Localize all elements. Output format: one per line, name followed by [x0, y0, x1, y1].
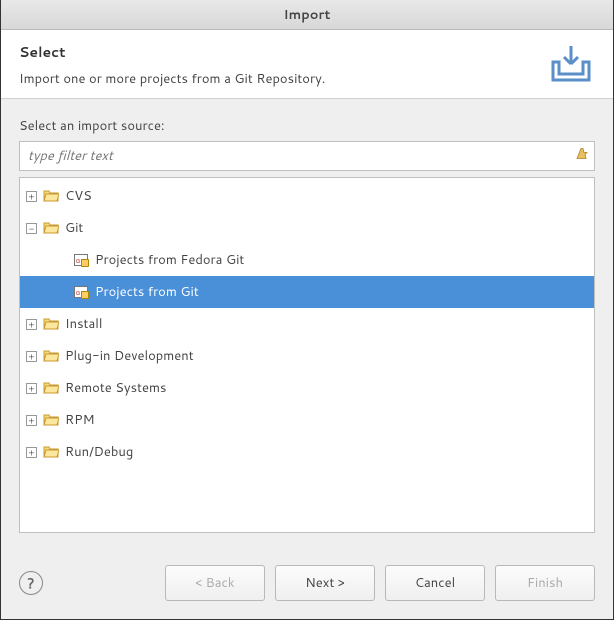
import-icon — [547, 42, 595, 86]
source-label: Select an import source: — [19, 117, 595, 135]
expand-icon[interactable]: + — [26, 415, 37, 426]
collapse-icon[interactable]: − — [26, 223, 37, 234]
tree-item-label: Run/Debug — [65, 443, 133, 461]
expand-icon[interactable]: + — [26, 351, 37, 362]
tree-item[interactable]: + Remote Systems — [20, 372, 594, 404]
expand-icon[interactable]: + — [26, 383, 37, 394]
titlebar: Import — [1, 0, 613, 30]
folder-icon — [43, 444, 59, 460]
dialog-footer: ? < Back Next > Cancel Finish — [1, 551, 613, 619]
folder-icon — [43, 188, 59, 204]
import-dialog: Import Select Import one or more project… — [0, 0, 614, 620]
expand-icon[interactable]: + — [26, 447, 37, 458]
tree-item[interactable]: + Run/Debug — [20, 436, 594, 468]
tree-item-label: Remote Systems — [65, 379, 166, 397]
tree-container: + CVS − Git GIT Projects from Fedora Git GIT Pr… — [19, 177, 595, 533]
wizard-header: Select Import one or more projects from … — [1, 30, 613, 99]
filter-input[interactable] — [19, 141, 595, 171]
folder-icon — [43, 316, 59, 332]
folder-icon — [43, 412, 59, 428]
folder-icon — [43, 348, 59, 364]
tree-item[interactable]: + Plug-in Development — [20, 340, 594, 372]
tree-item-label: Git — [65, 219, 83, 237]
help-button[interactable]: ? — [19, 571, 43, 595]
back-button[interactable]: < Back — [165, 565, 265, 601]
git-icon: GIT — [73, 252, 89, 268]
titlebar-text: Import — [284, 6, 331, 24]
cancel-button[interactable]: Cancel — [385, 565, 485, 601]
clear-filter-icon[interactable] — [575, 147, 589, 166]
page-subtitle: Import one or more projects from a Git R… — [19, 70, 325, 88]
page-title: Select — [19, 42, 325, 62]
folder-icon — [43, 380, 59, 396]
finish-button[interactable]: Finish — [495, 565, 595, 601]
tree-item-label: RPM — [65, 411, 95, 429]
tree-item-label: CVS — [65, 187, 92, 205]
tree-item-label: Projects from Git — [95, 283, 199, 301]
tree-item-label: Projects from Fedora Git — [95, 251, 244, 269]
next-button[interactable]: Next > — [275, 565, 375, 601]
filter-wrap — [19, 141, 595, 171]
tree-item[interactable]: + Install — [20, 308, 594, 340]
git-icon: GIT — [73, 284, 89, 300]
expand-icon[interactable]: + — [26, 191, 37, 202]
import-source-tree[interactable]: + CVS − Git GIT Projects from Fedora Git GIT Pr… — [20, 178, 594, 532]
tree-item-label: Install — [65, 315, 102, 333]
dialog-body: Select an import source: + CVS − Git GIT Proj… — [1, 99, 613, 551]
tree-item[interactable]: + CVS — [20, 180, 594, 212]
tree-item[interactable]: − Git — [20, 212, 594, 244]
tree-item[interactable]: GIT Projects from Git — [20, 276, 594, 308]
tree-item[interactable]: GIT Projects from Fedora Git — [20, 244, 594, 276]
expand-icon[interactable]: + — [26, 319, 37, 330]
tree-item[interactable]: + RPM — [20, 404, 594, 436]
header-text: Select Import one or more projects from … — [19, 42, 325, 88]
tree-item-label: Plug-in Development — [65, 347, 194, 365]
folder-icon — [43, 220, 59, 236]
